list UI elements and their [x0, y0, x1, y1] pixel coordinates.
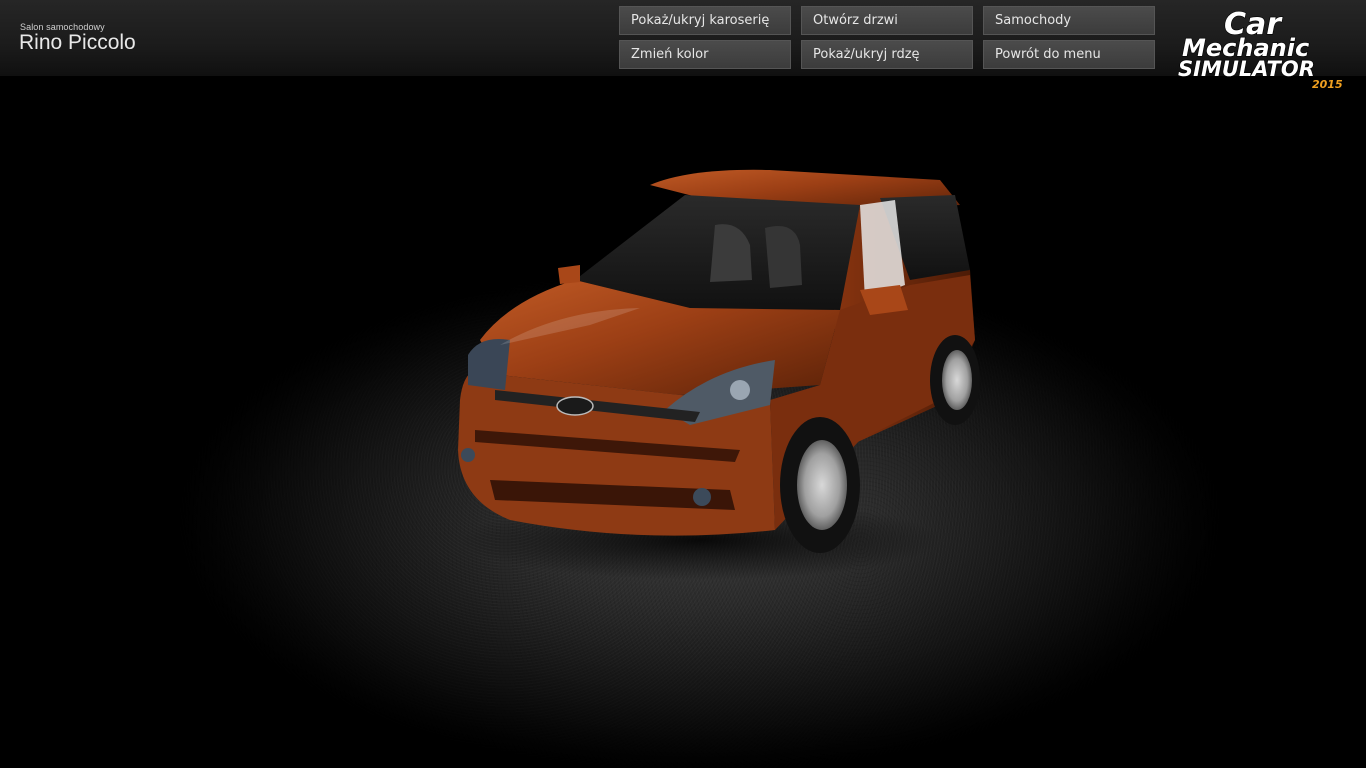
toggle-rust-button[interactable]: Pokaż/ukryj rdzę: [801, 40, 973, 69]
open-doors-button[interactable]: Otwórz drzwi: [801, 6, 973, 35]
back-to-menu-button[interactable]: Powrót do menu: [983, 40, 1155, 69]
showroom-viewport[interactable]: Salon samochodowy Rino Piccolo Pokaż/ukr…: [0, 0, 1366, 768]
game-logo: Car Mechanic SIMULATOR 2015: [1177, 6, 1343, 91]
car-model[interactable]: [440, 150, 1000, 590]
change-color-button[interactable]: Zmień kolor: [619, 40, 791, 69]
logo-line3: SIMULATOR: [1178, 57, 1315, 81]
cars-button[interactable]: Samochody: [983, 6, 1155, 35]
toggle-body-button[interactable]: Pokaż/ukryj karoserię: [619, 6, 791, 35]
car-name-title: Rino Piccolo: [19, 31, 136, 54]
logo-year: 2015: [1312, 78, 1343, 91]
